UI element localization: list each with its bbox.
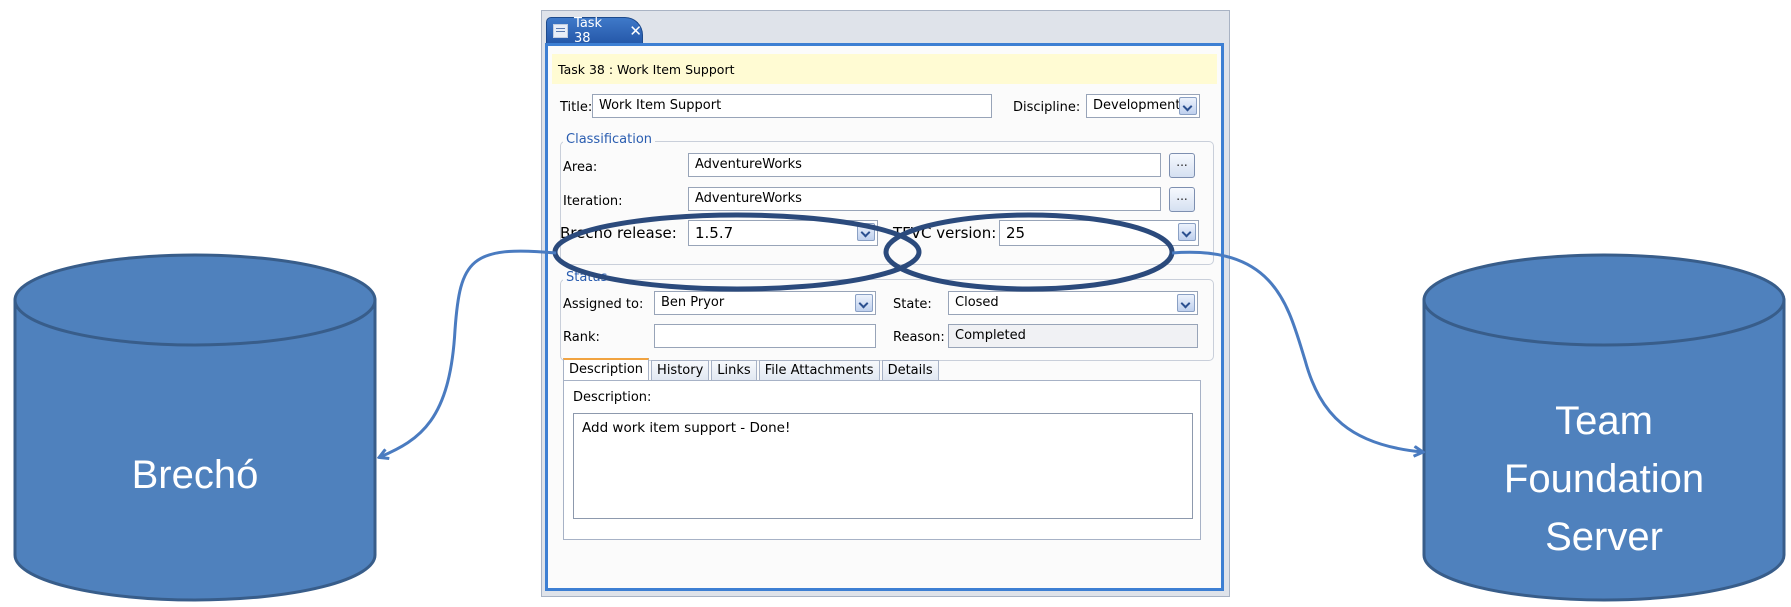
state-label: State: <box>893 297 932 312</box>
work-item-icon <box>553 24 569 38</box>
assigned-to-label: Assigned to: <box>563 297 644 312</box>
title-label: Title: <box>560 100 593 115</box>
tfvc-version-select[interactable]: 25 <box>999 220 1199 246</box>
assigned-to-select[interactable]: Ben Pryor <box>654 291 876 315</box>
chevron-down-icon[interactable] <box>1179 97 1197 115</box>
area-label: Area: <box>563 160 598 175</box>
tfvc-version-label: TFVC version: <box>893 224 997 242</box>
area-browse-button[interactable]: ... <box>1169 153 1195 178</box>
tab-history[interactable]: History <box>651 360 710 382</box>
discipline-label: Discipline: <box>1013 100 1081 115</box>
chevron-down-icon[interactable] <box>1177 294 1195 312</box>
tab-title: Task 38 <box>574 16 603 46</box>
close-icon[interactable]: ✕ <box>629 22 642 40</box>
discipline-select[interactable]: Development <box>1086 94 1200 118</box>
tfs-label-line-2: Foundation <box>1503 457 1705 501</box>
work-item-form: Task 38 : Work Item Support Title: Work … <box>545 43 1224 591</box>
assigned-to-value: Ben Pryor <box>661 295 725 310</box>
reason-field: Completed <box>948 324 1198 348</box>
form-header-text: Task 38 : Work Item Support <box>558 61 735 77</box>
tab-description[interactable]: Description <box>563 358 650 382</box>
tab-links[interactable]: Links <box>711 360 757 382</box>
brecho-database-cylinder <box>13 253 377 602</box>
tfs-label-line-3: Server <box>1545 515 1663 559</box>
brecho-release-select[interactable]: 1.5.7 <box>688 220 878 246</box>
work-item-window: Task 38 ✕ Task 38 : Work Item Support Ti… <box>541 10 1230 597</box>
description-panel: Description: Add work item support - Don… <box>563 380 1201 540</box>
state-value: Closed <box>955 295 999 310</box>
reason-label: Reason: <box>893 330 945 345</box>
description-textarea[interactable]: Add work item support - Done! <box>573 413 1193 519</box>
chevron-down-icon[interactable] <box>857 223 875 241</box>
rank-label: Rank: <box>563 330 600 345</box>
title-field[interactable]: Work Item Support <box>592 94 992 118</box>
iteration-browse-button[interactable]: ... <box>1169 187 1195 212</box>
brecho-release-label: Brecho release: <box>560 224 677 242</box>
area-field[interactable]: AdventureWorks <box>688 153 1161 177</box>
tab-details[interactable]: Details <box>881 360 939 382</box>
tfs-label-line-1: Team <box>1555 399 1653 443</box>
chevron-down-icon[interactable] <box>855 294 873 312</box>
form-header: Task 38 : Work Item Support <box>552 54 1217 84</box>
discipline-value: Development <box>1093 98 1181 113</box>
brecho-database-label: Brechó <box>131 453 259 497</box>
tfvc-version-value: 25 <box>1006 224 1026 242</box>
status-legend: Status <box>563 270 611 285</box>
detail-tabs: Description History Links File Attachmen… <box>563 358 941 382</box>
state-select[interactable]: Closed <box>948 291 1198 315</box>
classification-legend: Classification <box>563 132 656 147</box>
iteration-field[interactable]: AdventureWorks <box>688 187 1161 211</box>
brecho-release-value: 1.5.7 <box>695 224 734 242</box>
tab-file-attachments[interactable]: File Attachments <box>758 360 880 382</box>
tfs-database-label: Team Foundation Server <box>1424 392 1784 566</box>
rank-field[interactable] <box>654 324 876 348</box>
iteration-label: Iteration: <box>563 194 623 209</box>
description-label: Description: <box>573 390 652 405</box>
chevron-down-icon[interactable] <box>1178 223 1196 241</box>
tab-task-38[interactable]: Task 38 ✕ <box>546 16 643 46</box>
